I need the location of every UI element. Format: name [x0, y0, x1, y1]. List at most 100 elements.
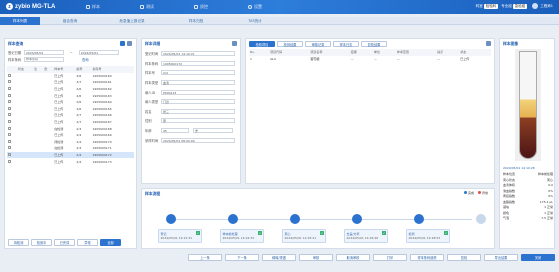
field-input[interactable]: 2024/05/01 08:00:00 [161, 137, 235, 143]
step-card[interactable]: 离心 2024/05/01 14:25:21 ✓ [282, 229, 326, 243]
table-row[interactable]: 已上传 2/4 1905000169 [7, 132, 134, 139]
nav-settings[interactable]: 设置 [248, 4, 262, 10]
row-checkbox[interactable] [7, 92, 17, 99]
checkbox[interactable] [8, 139, 11, 143]
row-checkbox[interactable] [7, 158, 17, 165]
table-row[interactable]: 待检测 2/4 1905000170 [7, 139, 134, 146]
action-button[interactable]: 稀释/重做 [262, 254, 296, 261]
tab-critical[interactable]: 危急值上报记录 [100, 17, 164, 25]
row-checkbox[interactable] [7, 106, 17, 113]
age-unit-select[interactable]: 岁 [193, 128, 233, 134]
action-button[interactable]: 样本条码追踪 [410, 254, 444, 261]
action-button[interactable]: 打印 [373, 254, 407, 261]
group-select[interactable]: 急检组 [512, 3, 528, 9]
action-button[interactable]: 导出结果 [484, 254, 518, 261]
step-card[interactable]: 样本前处理 2024/05/01 14:22:33 ✓ [220, 229, 264, 243]
row-checkbox[interactable] [7, 151, 17, 159]
checkbox[interactable] [8, 93, 11, 97]
action-button[interactable]: 下一条 [225, 254, 259, 261]
field-input[interactable]: 张三 [161, 108, 235, 114]
checkbox[interactable] [8, 126, 11, 130]
tab-sample-list[interactable]: 样本列表 [0, 17, 40, 25]
table-row[interactable]: 已上传 3/6 1905000160 [7, 73, 134, 80]
table-row[interactable]: 已上传 2/6 1905000164 [7, 99, 134, 106]
tab-tat[interactable]: TAT统计 [228, 17, 282, 25]
row-checkbox[interactable] [7, 139, 17, 146]
field-input[interactable]: 血清 [161, 80, 235, 86]
table-row[interactable]: 已上传 3/7 1905000161 [7, 79, 134, 86]
field-input[interactable]: P000123 [161, 89, 235, 95]
step-card[interactable]: 去盖/分杯 2024/05/01 14:26:26 ✓ [344, 229, 388, 243]
settings-icon[interactable] [486, 41, 491, 46]
row-checkbox[interactable] [7, 99, 17, 106]
checkbox[interactable] [8, 73, 11, 77]
user-name[interactable]: 工程师1 [540, 4, 553, 9]
table-row[interactable]: 已上传 2/4 1905000173 [7, 158, 134, 165]
checkbox[interactable] [8, 146, 11, 150]
tab-log[interactable]: 样本日志 [333, 41, 359, 47]
refresh-icon[interactable] [120, 41, 125, 46]
filter-done[interactable]: 已完成 [54, 239, 75, 246]
checkbox[interactable] [8, 133, 11, 137]
barcode-input[interactable] [24, 57, 64, 62]
field-input[interactable]: 2024/05/01 14:10:21 [161, 51, 235, 57]
checkbox[interactable] [8, 159, 11, 163]
row-checkbox[interactable] [7, 112, 17, 119]
date-from-input[interactable]: 2024/05/01 [24, 50, 64, 55]
step-card[interactable]: 检测 2024/05/01 14:28:53 ✓ [406, 229, 450, 243]
field-input[interactable]: 门诊 [161, 99, 235, 105]
filter-testing[interactable]: 检测中 [31, 239, 52, 246]
table-row[interactable]: 已上传 2/6 1905000165 [7, 106, 134, 113]
tab-audit[interactable]: 审核记录 [305, 41, 331, 47]
nav-sample[interactable]: 样本 [86, 4, 100, 10]
query-link[interactable]: 查询 [82, 57, 89, 62]
row-checkbox[interactable] [7, 79, 17, 86]
row-checkbox[interactable] [7, 86, 17, 93]
table-row[interactable]: 已上传 2/4 1905000172 [7, 151, 134, 159]
checkbox[interactable] [8, 100, 11, 104]
action-button[interactable]: 关闭 [521, 254, 555, 261]
field-input[interactable]: 45 [161, 128, 189, 134]
field-input[interactable]: 男 [161, 118, 235, 124]
table-row[interactable]: 在检测 2/3 1905000168 [7, 125, 134, 132]
step-card[interactable]: 登记 2024/05/01 14:21:31 ✓ [158, 229, 202, 243]
nav-qc[interactable]: 质控 [194, 4, 208, 10]
row-checkbox[interactable] [7, 125, 17, 132]
table-row[interactable]: 在检测 2/3 1905000171 [7, 145, 134, 152]
field-input[interactable]: 1905000172 [161, 60, 235, 66]
date-to-input[interactable]: 2024/05/01 [78, 50, 119, 55]
gear-icon[interactable] [232, 41, 237, 46]
avatar[interactable] [532, 3, 539, 9]
field-input[interactable]: 2/4 [161, 70, 235, 76]
filter-abnormal[interactable]: 异常 [77, 239, 98, 246]
filter-all[interactable]: 全部 [100, 239, 121, 246]
row-checkbox[interactable] [7, 73, 17, 80]
tab-retest[interactable]: 复检结果 [361, 41, 387, 47]
tab-archive[interactable]: 样本归档 [164, 17, 228, 25]
checkbox[interactable] [8, 120, 11, 124]
checkbox[interactable] [8, 106, 11, 110]
table-row[interactable]: 1 GLU 葡萄糖 — — — — 已上传 [249, 56, 491, 63]
settings-icon[interactable] [127, 41, 132, 46]
table-row[interactable]: 已上传 2/7 1905000166 [7, 112, 134, 119]
checkbox[interactable] [8, 113, 11, 117]
department-select[interactable]: 检验科 [483, 3, 499, 9]
checkbox[interactable] [8, 80, 11, 84]
tab-items[interactable]: 检验项目 [249, 41, 275, 47]
tab-combo-query[interactable]: 组合查询 [40, 17, 100, 25]
table-row[interactable]: 已上传 2/6 1905000162 [7, 86, 134, 93]
checkbox[interactable] [8, 153, 11, 157]
action-button[interactable]: 复检 [447, 254, 481, 261]
row-checkbox[interactable] [7, 145, 17, 152]
checkbox[interactable] [8, 87, 11, 91]
table-row[interactable]: 已上传 2/7 1905000167 [7, 119, 134, 126]
row-checkbox[interactable] [7, 132, 17, 139]
nav-test[interactable]: 测试 [140, 4, 154, 10]
filter-pending[interactable]: 待检测 [8, 239, 29, 246]
row-checkbox[interactable] [7, 119, 17, 126]
tab-results[interactable]: 检测结果 [277, 41, 303, 47]
action-button[interactable]: 审核 [299, 254, 333, 261]
action-button[interactable]: 上一条 [188, 254, 222, 261]
table-row[interactable]: 已上传 2/6 1905000163 [7, 92, 134, 99]
action-button[interactable]: 取消审核 [336, 254, 370, 261]
